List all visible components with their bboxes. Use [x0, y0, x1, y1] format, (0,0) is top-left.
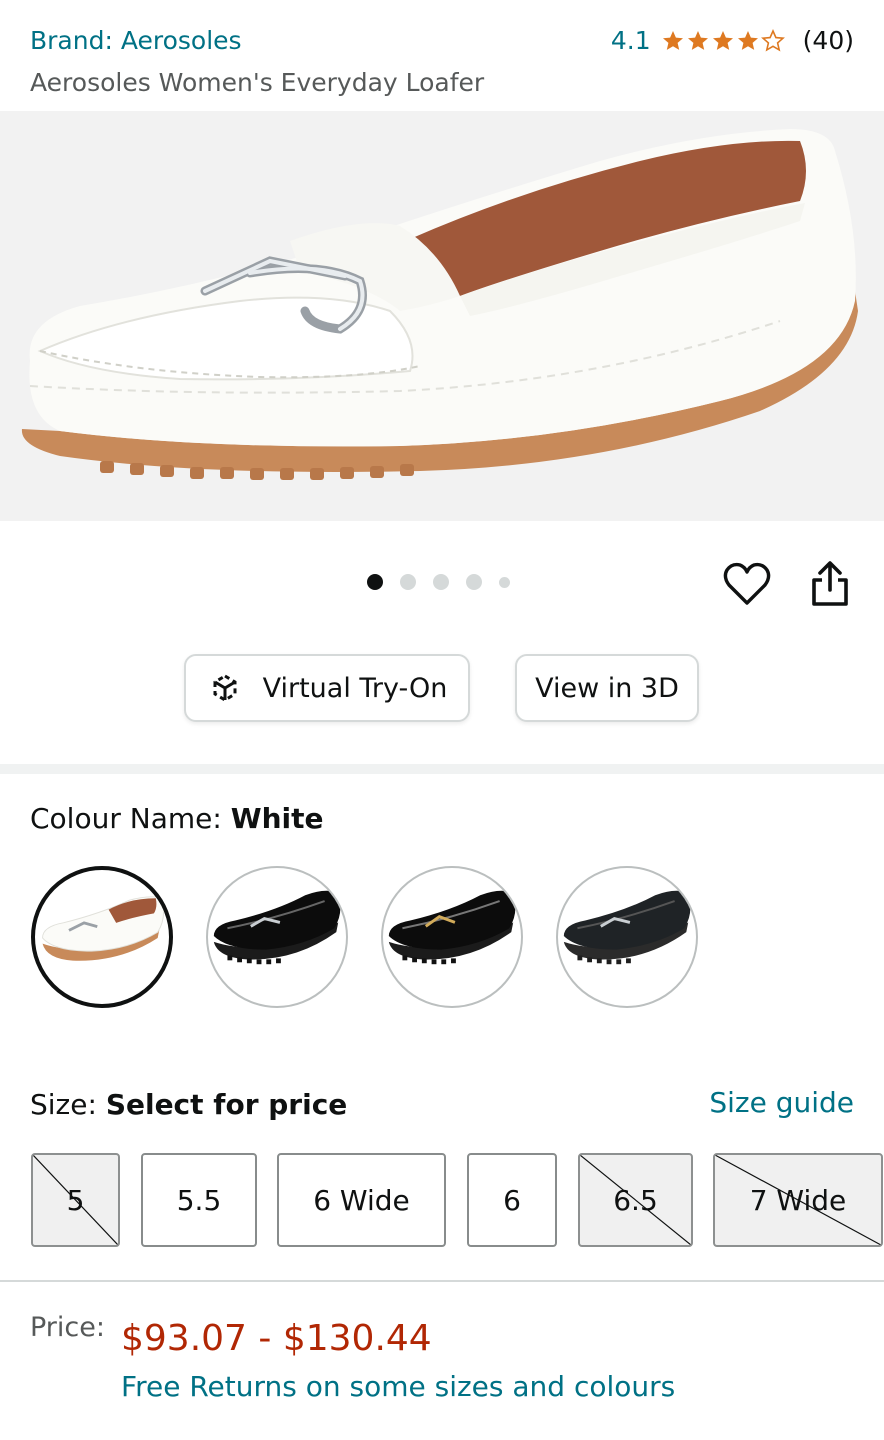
- colour-name-label: Colour Name: White: [30, 802, 324, 835]
- black-leather-loafer-thumbnail: [563, 890, 691, 965]
- size-guide-link[interactable]: Size guide: [709, 1086, 854, 1119]
- white-loafer-thumbnail: [42, 896, 165, 961]
- black-patent-loafer-thumbnail: [213, 890, 341, 965]
- colour-selected-value: White: [230, 802, 324, 835]
- share-icon[interactable]: [808, 560, 852, 608]
- heart-icon[interactable]: [723, 561, 771, 607]
- view-in-3d-label: View in 3D: [535, 672, 679, 704]
- black-patent-gold-bit-loafer-thumbnail: [388, 890, 516, 965]
- gallery-pagination[interactable]: [367, 574, 510, 590]
- gallery-dot[interactable]: [367, 574, 383, 590]
- gallery-dot[interactable]: [499, 576, 510, 588]
- size-option-6[interactable]: 6: [467, 1153, 557, 1247]
- product-image[interactable]: [0, 111, 884, 521]
- section-divider: [0, 764, 884, 774]
- free-returns-link[interactable]: Free Returns on some sizes and colours: [121, 1370, 675, 1403]
- colour-swatch-black-patent-gold[interactable]: [381, 866, 523, 1008]
- size-option-5-5[interactable]: 5.5: [141, 1153, 257, 1247]
- price-range: $93.07 - $130.44: [121, 1318, 432, 1359]
- virtual-try-on-button[interactable]: Virtual Try-On: [184, 654, 470, 722]
- star-full-icon: [687, 30, 708, 50]
- size-label-text: Size:: [30, 1088, 106, 1121]
- ar-cube-icon: [213, 674, 237, 702]
- size-option-label: 6 Wide: [313, 1183, 410, 1217]
- review-count: (40): [802, 26, 854, 55]
- size-option-label: 6: [503, 1183, 521, 1217]
- section-divider: [0, 1280, 884, 1282]
- size-option-6-5[interactable]: 6.5: [578, 1153, 693, 1247]
- rating-value: 4.1: [610, 26, 651, 55]
- view-in-3d-button[interactable]: View in 3D: [515, 654, 699, 722]
- gallery-dot[interactable]: [400, 574, 416, 590]
- gallery-dot[interactable]: [433, 574, 449, 590]
- star-empty-icon: [760, 28, 785, 52]
- colour-swatch-black-leather[interactable]: [556, 866, 698, 1008]
- size-option-7-wide[interactable]: 7 Wide: [713, 1153, 883, 1247]
- gallery-dot[interactable]: [466, 574, 482, 590]
- colour-swatch-white[interactable]: [31, 866, 173, 1008]
- size-option-label: 5.5: [176, 1183, 222, 1217]
- size-selected-value: Select for price: [105, 1088, 348, 1121]
- size-option-5[interactable]: 5: [31, 1153, 120, 1247]
- white-loafer-image: [21, 129, 858, 480]
- price-label: Price:: [30, 1312, 105, 1343]
- star-full-icon: [712, 30, 733, 50]
- colour-label-text: Colour Name:: [30, 802, 231, 835]
- rating-summary[interactable]: 4.1 (40): [611, 26, 854, 55]
- size-option-6-wide[interactable]: 6 Wide: [277, 1153, 446, 1247]
- star-full-icon: [662, 30, 683, 50]
- unavailable-strike: [33, 1155, 118, 1245]
- colour-swatch-black-patent[interactable]: [206, 866, 348, 1008]
- virtual-try-on-label: Virtual Try-On: [262, 672, 448, 704]
- brand-link[interactable]: Brand: Aerosoles: [30, 26, 242, 55]
- size-label: Size: Select for price: [30, 1088, 347, 1121]
- unavailable-strike: [580, 1155, 691, 1245]
- star-full-icon: [737, 30, 758, 50]
- product-title: Aerosoles Women's Everyday Loafer: [30, 68, 485, 97]
- unavailable-strike: [715, 1155, 881, 1245]
- star-rating: [661, 28, 785, 53]
